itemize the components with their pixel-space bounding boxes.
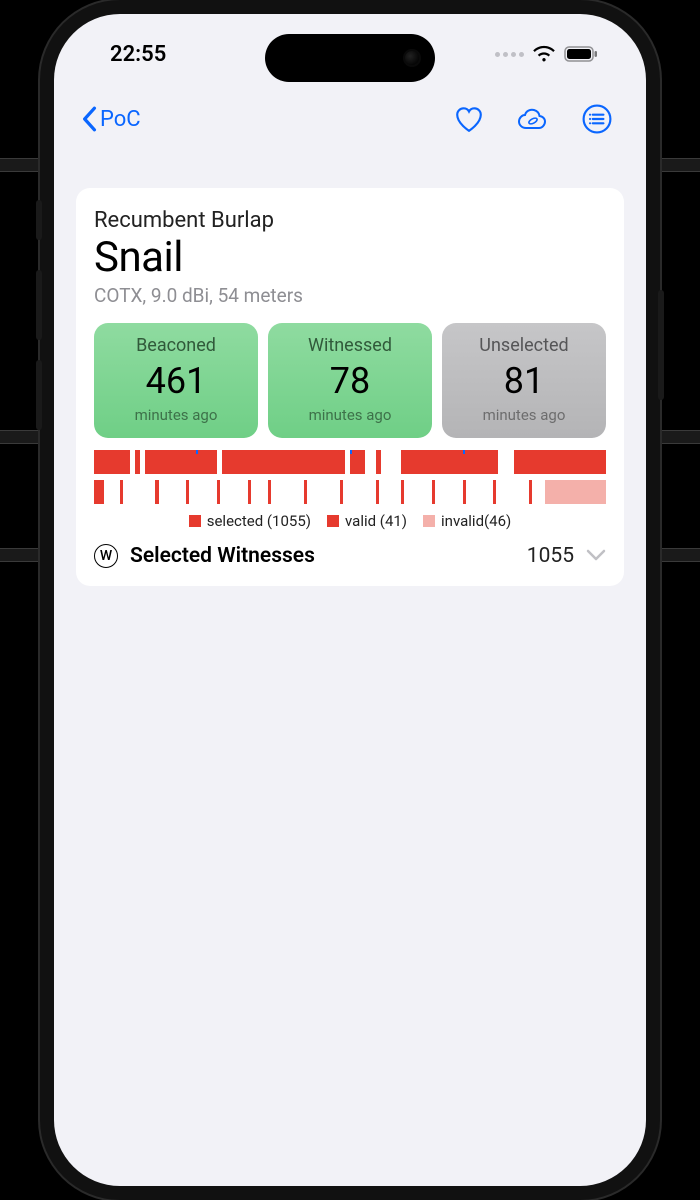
- legend-label: valid (41): [345, 512, 407, 530]
- legend-label: invalid(46): [441, 512, 511, 530]
- back-button[interactable]: PoC: [80, 106, 448, 132]
- side-button: [36, 200, 42, 240]
- tile-label: Witnessed: [308, 335, 392, 356]
- volume-up-button: [36, 270, 42, 340]
- section-label: Selected Witnesses: [130, 544, 515, 568]
- cloud-link-icon: [516, 106, 550, 132]
- legend-invalid: invalid(46): [423, 512, 511, 530]
- tile-label: Beaconed: [136, 335, 216, 356]
- phone-frame: 22:55 PoC: [40, 0, 660, 1200]
- power-button: [658, 290, 664, 400]
- legend-swatch: [423, 515, 435, 527]
- back-label: PoC: [100, 107, 141, 132]
- cell-signal-icon: [495, 52, 524, 57]
- tile-value: 461: [146, 360, 207, 402]
- hotspot-subtitle: COTX, 9.0 dBi, 54 meters: [94, 284, 606, 307]
- cloud-link-button[interactable]: [516, 106, 550, 132]
- nav-bar: PoC: [54, 94, 646, 144]
- dynamic-island: [265, 34, 435, 82]
- front-camera: [403, 49, 421, 67]
- witness-icon: W: [94, 544, 118, 568]
- activity-chart: [94, 450, 606, 506]
- chevron-down-icon: [586, 544, 606, 568]
- chevron-left-icon: [80, 106, 98, 132]
- legend-label: selected (1055): [207, 512, 311, 530]
- legend-swatch: [327, 515, 339, 527]
- hotspot-supertitle: Recumbent Burlap: [94, 208, 606, 233]
- tile-value: 78: [330, 360, 370, 402]
- stat-tiles: Beaconed 461 minutes ago Witnessed 78 mi…: [94, 323, 606, 438]
- wifi-icon: [532, 45, 556, 63]
- tile-sub: minutes ago: [309, 406, 392, 424]
- legend-swatch: [189, 515, 201, 527]
- tile-sub: minutes ago: [135, 406, 218, 424]
- screen: 22:55 PoC: [54, 14, 646, 1186]
- tile-unselected[interactable]: Unselected 81 minutes ago: [442, 323, 606, 438]
- heart-icon: [454, 105, 484, 133]
- selected-witnesses-row[interactable]: W Selected Witnesses 1055: [94, 544, 606, 568]
- tile-sub: minutes ago: [483, 406, 566, 424]
- chart-legend: selected (1055) valid (41) invalid(46): [94, 512, 606, 530]
- hotspot-card: Recumbent Burlap Snail COTX, 9.0 dBi, 54…: [76, 188, 624, 586]
- clock: 22:55: [110, 42, 166, 67]
- list-icon: [582, 104, 612, 134]
- hotspot-title: Snail: [94, 233, 606, 282]
- battery-icon: [564, 46, 598, 62]
- section-count: 1055: [527, 544, 574, 568]
- tile-value: 81: [504, 360, 544, 402]
- legend-selected: selected (1055): [189, 512, 311, 530]
- tile-beaconed[interactable]: Beaconed 461 minutes ago: [94, 323, 258, 438]
- favorite-button[interactable]: [454, 105, 484, 133]
- legend-valid: valid (41): [327, 512, 407, 530]
- tile-witnessed[interactable]: Witnessed 78 minutes ago: [268, 323, 432, 438]
- volume-down-button: [36, 360, 42, 430]
- list-button[interactable]: [582, 104, 612, 134]
- tile-label: Unselected: [479, 335, 568, 356]
